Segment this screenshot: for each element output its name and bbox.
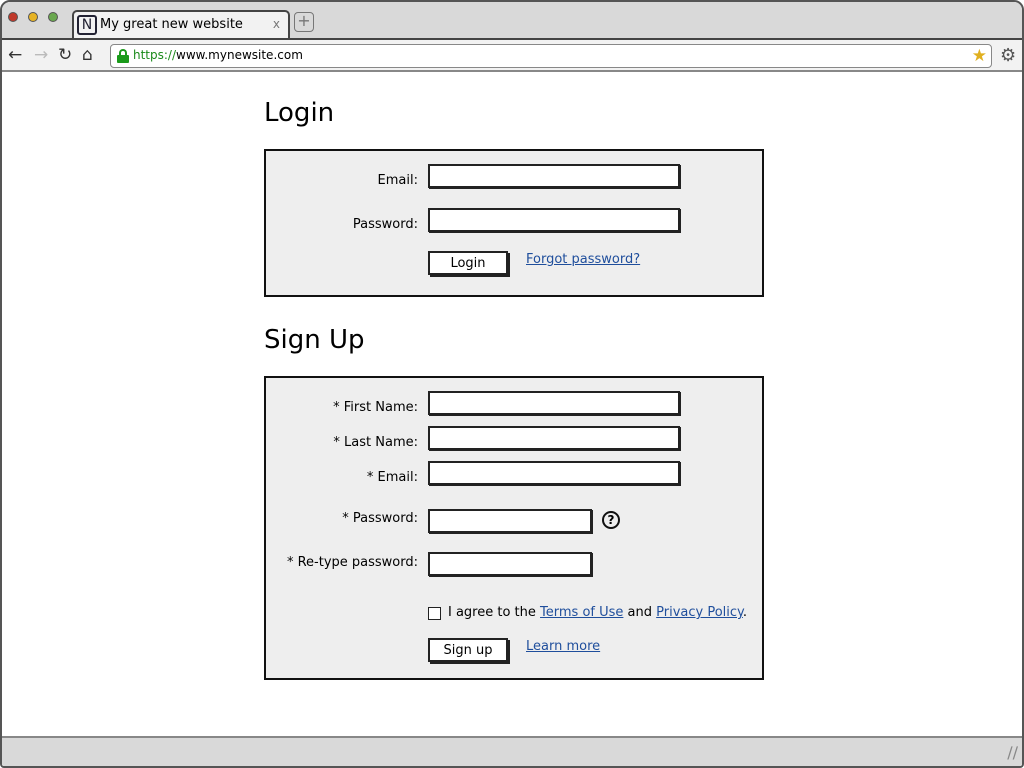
login-email-input[interactable] [428, 164, 680, 188]
minimize-window-button[interactable] [28, 12, 38, 22]
signup-email-label: * Email: [366, 470, 418, 485]
retype-password-input[interactable] [428, 552, 592, 576]
new-tab-icon[interactable]: + [294, 12, 314, 32]
agree-and: and [627, 605, 653, 620]
forward-arrow-icon[interactable]: → [34, 44, 48, 66]
last-name-label: * Last Name: [333, 435, 418, 450]
tab-bar: N My great new website x + [2, 2, 1022, 38]
home-icon[interactable]: ⌂ [82, 44, 93, 66]
agree-prefix: I agree to the [448, 605, 536, 620]
login-password-label: Password: [352, 217, 418, 232]
url-scheme: https:// [133, 48, 177, 62]
lock-icon [117, 49, 129, 63]
login-panel: Email: Password: Login Forgot password? [264, 149, 764, 297]
tab-title: My great new website [100, 17, 243, 32]
signup-heading: Sign Up [264, 325, 365, 355]
signup-password-input[interactable] [428, 509, 592, 533]
signup-password-label: * Password: [342, 511, 418, 526]
close-window-button[interactable] [8, 12, 18, 22]
agree-suffix: . [742, 605, 748, 620]
browser-window: N My great new website x + ← → ↻ ⌂ https… [0, 0, 1024, 768]
page-content: Login Email: Password: Login Forgot pass… [2, 72, 1022, 738]
browser-tab[interactable]: N My great new website x [72, 10, 290, 38]
privacy-policy-link[interactable]: Privacy Policy [656, 605, 743, 620]
last-name-input[interactable] [428, 426, 680, 450]
resize-grip-icon[interactable]: ∕∕ [1007, 743, 1018, 762]
maximize-window-button[interactable] [48, 12, 58, 22]
agree-text: I agree to the Terms of Use and Privacy … [448, 605, 747, 620]
agree-checkbox[interactable] [428, 607, 441, 620]
first-name-input[interactable] [428, 391, 680, 415]
login-heading: Login [264, 98, 335, 128]
forgot-password-link[interactable]: Forgot password? [526, 252, 640, 267]
tab-close-icon[interactable]: x [273, 17, 280, 31]
address-bar[interactable]: https://www.mynewsite.com ★ [110, 44, 992, 68]
browser-toolbar: ← → ↻ ⌂ https://www.mynewsite.com ★ ⚙ [2, 38, 1022, 72]
gear-icon[interactable]: ⚙ [1000, 45, 1016, 66]
bookmark-star-icon[interactable]: ★ [972, 46, 987, 66]
url-text[interactable]: https://www.mynewsite.com [133, 48, 303, 62]
url-host: www.mynewsite.com [176, 48, 303, 62]
sign-up-button[interactable]: Sign up [428, 638, 508, 662]
signup-email-input[interactable] [428, 461, 680, 485]
reload-icon[interactable]: ↻ [58, 44, 72, 66]
first-name-label: * First Name: [333, 400, 418, 415]
status-bar: ∕∕ [2, 736, 1022, 766]
favicon-icon: N [77, 15, 97, 35]
question-mark-icon[interactable]: ? [602, 511, 620, 529]
learn-more-link[interactable]: Learn more [526, 639, 600, 654]
retype-password-label: * Re-type password: [286, 555, 418, 570]
login-button[interactable]: Login [428, 251, 508, 275]
back-arrow-icon[interactable]: ← [8, 44, 22, 66]
login-email-label: Email: [377, 173, 418, 188]
login-password-input[interactable] [428, 208, 680, 232]
signup-panel: * First Name: * Last Name: * Email: * Pa… [264, 376, 764, 680]
terms-of-use-link[interactable]: Terms of Use [540, 605, 623, 620]
